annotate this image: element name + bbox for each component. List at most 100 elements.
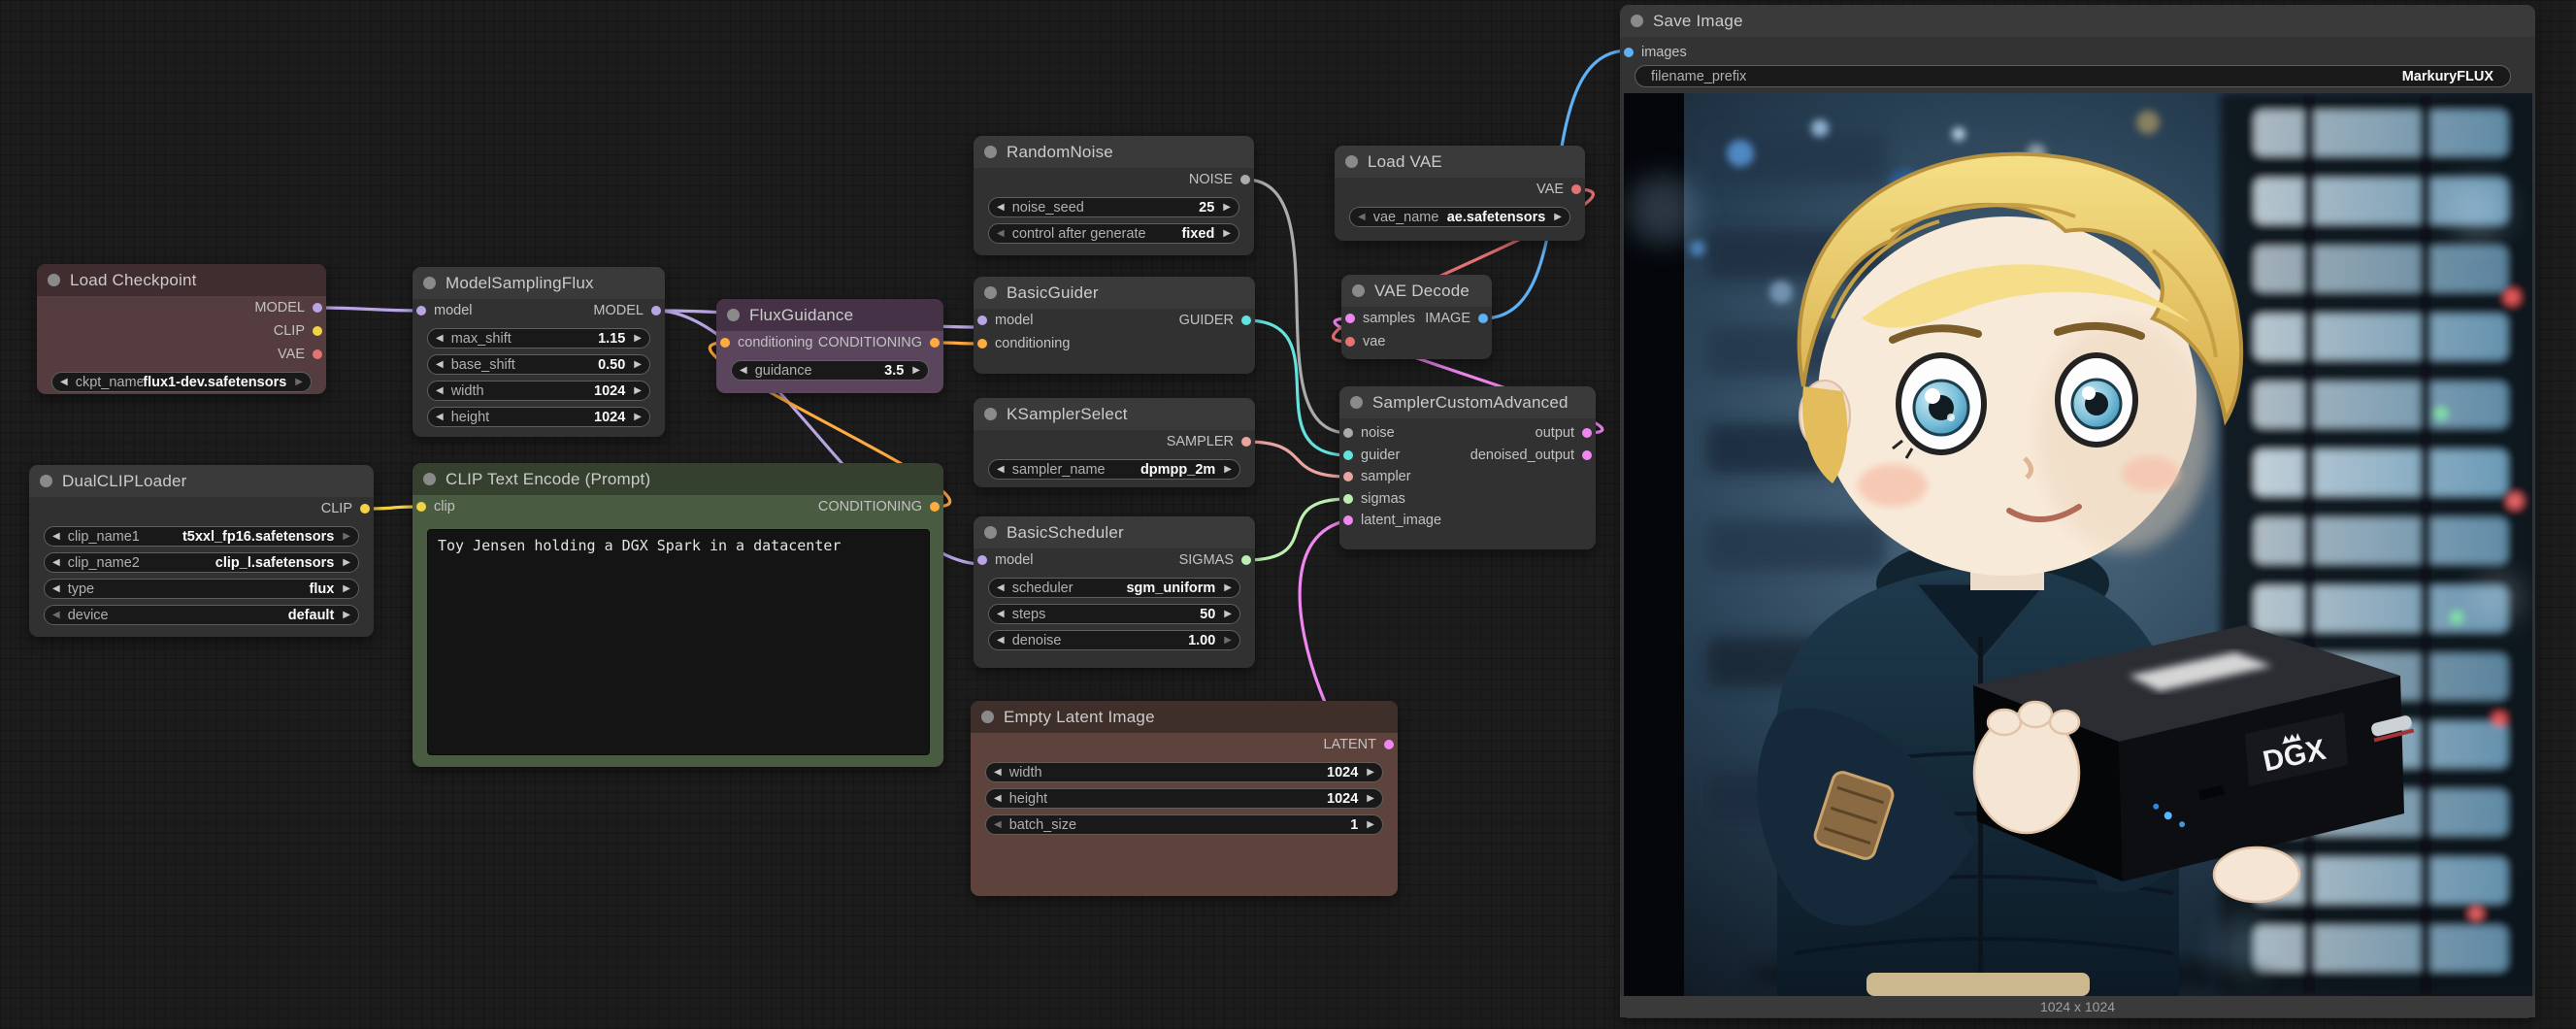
port-dot-noise[interactable]	[1240, 175, 1250, 184]
input-port[interactable]: conditioning	[977, 332, 1070, 355]
widget-right-arrow-icon[interactable]: ▶	[634, 413, 642, 422]
widget-right-arrow-icon[interactable]: ▶	[1554, 213, 1562, 222]
port-dot-guider[interactable]	[1241, 315, 1251, 325]
widget-denoise[interactable]: ◀denoise1.00▶	[988, 630, 1240, 650]
port-dot-vae[interactable]	[1571, 184, 1581, 194]
output-port[interactable]: IMAGE	[1425, 307, 1488, 330]
node-dual-clip-loader[interactable]: DualCLIPLoaderCLIP◀clip_name1t5xxl_fp16.…	[29, 465, 374, 637]
widget-clip-name2[interactable]: ◀clip_name2clip_l.safetensors▶	[44, 552, 359, 573]
port-dot-conditioning[interactable]	[930, 338, 940, 348]
output-port[interactable]: SAMPLER	[1167, 430, 1251, 453]
widget-right-arrow-icon[interactable]: ▶	[634, 334, 642, 344]
port-dot-noise[interactable]	[1343, 428, 1353, 438]
port-dot-conditioning[interactable]	[977, 339, 987, 349]
input-port[interactable]: sampler	[1343, 466, 1411, 488]
widget-right-arrow-icon[interactable]: ▶	[1367, 768, 1374, 778]
widget-left-arrow-icon[interactable]: ◀	[52, 558, 60, 568]
node-vae-decode[interactable]: VAE DecodesamplesIMAGEvae	[1341, 275, 1492, 359]
widget-right-arrow-icon[interactable]: ▶	[343, 532, 350, 542]
node-sampler-custom-advanced[interactable]: SamplerCustomAdvancednoiseoutputguiderde…	[1339, 386, 1596, 549]
port-dot-vae[interactable]	[313, 349, 322, 359]
widget-height[interactable]: ◀height1024▶	[427, 407, 650, 427]
output-port[interactable]: VAE	[1536, 178, 1581, 201]
port-dot-model[interactable]	[977, 315, 987, 325]
widget-width[interactable]: ◀width1024▶	[427, 381, 650, 401]
widget-right-arrow-icon[interactable]: ▶	[1224, 583, 1232, 593]
port-dot-clip[interactable]	[360, 504, 370, 514]
port-dot-conditioning[interactable]	[930, 502, 940, 512]
input-port[interactable]: guider	[1343, 445, 1400, 467]
widget-noise-seed[interactable]: ◀noise_seed25▶	[988, 197, 1239, 217]
input-port[interactable]: images	[1624, 41, 1687, 64]
port-dot-conditioning[interactable]	[720, 338, 730, 348]
widget-right-arrow-icon[interactable]: ▶	[1224, 465, 1232, 475]
widget-sampler-name[interactable]: ◀sampler_namedpmpp_2m▶	[988, 459, 1240, 480]
widget-right-arrow-icon[interactable]: ▶	[912, 366, 920, 376]
port-dot-denoised-output[interactable]	[1582, 450, 1592, 460]
output-port[interactable]: MODEL	[254, 296, 322, 319]
widget-vae-name[interactable]: ◀vae_nameae.safetensors▶	[1349, 207, 1570, 227]
port-dot-vae[interactable]	[1345, 337, 1355, 347]
node-random-noise[interactable]: RandomNoiseNOISE◀noise_seed25▶◀control a…	[974, 136, 1254, 255]
widget-right-arrow-icon[interactable]: ▶	[1224, 610, 1232, 619]
port-dot-guider[interactable]	[1343, 450, 1353, 460]
widget-right-arrow-icon[interactable]: ▶	[1223, 229, 1231, 239]
node-header[interactable]: DualCLIPLoader	[29, 465, 374, 497]
port-dot-latent-image[interactable]	[1343, 515, 1353, 525]
node-header[interactable]: VAE Decode	[1341, 275, 1492, 307]
node-save-image[interactable]: Save Image imagesfilename_prefixMarkuryFL…	[1620, 5, 2535, 1018]
widget-type[interactable]: ◀typeflux▶	[44, 579, 359, 599]
node-header[interactable]: BasicGuider	[974, 277, 1255, 309]
port-dot-sigmas[interactable]	[1343, 494, 1353, 504]
widget-left-arrow-icon[interactable]: ◀	[52, 584, 60, 594]
node-header[interactable]: ModelSamplingFlux	[413, 267, 665, 299]
node-header[interactable]: Save Image	[1620, 5, 2535, 37]
input-port[interactable]: model	[416, 299, 473, 322]
input-port[interactable]: latent_image	[1343, 510, 1441, 532]
widget-width[interactable]: ◀width1024▶	[985, 762, 1383, 782]
output-port[interactable]: LATENT	[1323, 733, 1394, 756]
node-header[interactable]: Load Checkpoint	[37, 264, 326, 296]
output-port[interactable]: CLIP	[274, 319, 322, 343]
output-port[interactable]: CONDITIONING	[818, 331, 940, 354]
widget-max-shift[interactable]: ◀max_shift1.15▶	[427, 328, 650, 349]
node-header[interactable]: Load VAE	[1335, 146, 1585, 178]
widget-ckpt-name[interactable]: ◀ckpt_nameflux1-dev.safetensors▶	[51, 372, 312, 392]
node-basic-scheduler[interactable]: BasicSchedulermodelSIGMAS◀schedulersgm_u…	[974, 516, 1255, 668]
widget-right-arrow-icon[interactable]: ▶	[1223, 203, 1231, 213]
node-graph-canvas[interactable]: Load CheckpointMODELCLIPVAE◀ckpt_nameflu…	[0, 0, 2576, 1029]
widget-right-arrow-icon[interactable]: ▶	[343, 611, 350, 620]
node-header[interactable]: BasicScheduler	[974, 516, 1255, 548]
widget-right-arrow-icon[interactable]: ▶	[1367, 820, 1374, 830]
widget-right-arrow-icon[interactable]: ▶	[634, 360, 642, 370]
output-port[interactable]: denoised_output	[1470, 445, 1592, 467]
widget-left-arrow-icon[interactable]: ◀	[1358, 213, 1366, 222]
port-dot-model[interactable]	[313, 303, 322, 313]
widget-left-arrow-icon[interactable]: ◀	[52, 611, 60, 620]
port-dot-model[interactable]	[416, 306, 426, 315]
port-dot-clip[interactable]	[313, 326, 322, 336]
node-load-checkpoint[interactable]: Load CheckpointMODELCLIPVAE◀ckpt_nameflu…	[37, 264, 326, 394]
widget-left-arrow-icon[interactable]: ◀	[436, 360, 444, 370]
input-port[interactable]: sigmas	[1343, 488, 1405, 511]
widget-left-arrow-icon[interactable]: ◀	[997, 636, 1005, 646]
widget-scheduler[interactable]: ◀schedulersgm_uniform▶	[988, 578, 1240, 598]
output-port[interactable]: NOISE	[1189, 168, 1250, 191]
widget-left-arrow-icon[interactable]: ◀	[997, 229, 1005, 239]
port-dot-sampler[interactable]	[1343, 472, 1353, 481]
widget-left-arrow-icon[interactable]: ◀	[436, 386, 444, 396]
widget-left-arrow-icon[interactable]: ◀	[60, 378, 68, 387]
widget-filename-prefix[interactable]: filename_prefixMarkuryFLUX	[1635, 65, 2511, 87]
input-port[interactable]: model	[977, 309, 1034, 332]
widget-steps[interactable]: ◀steps50▶	[988, 604, 1240, 624]
widget-guidance[interactable]: ◀guidance3.5▶	[731, 360, 929, 381]
prompt-textarea[interactable]: Toy Jensen holding a DGX Spark in a data…	[427, 529, 930, 755]
input-port[interactable]: conditioning	[720, 331, 812, 354]
widget-height[interactable]: ◀height1024▶	[985, 788, 1383, 809]
output-port[interactable]: MODEL	[593, 299, 661, 322]
port-dot-model[interactable]	[977, 555, 987, 565]
node-ksampler-select[interactable]: KSamplerSelectSAMPLER◀sampler_namedpmpp_…	[974, 398, 1255, 487]
input-port[interactable]: vae	[1345, 330, 1385, 353]
widget-right-arrow-icon[interactable]: ▶	[295, 378, 303, 387]
widget-left-arrow-icon[interactable]: ◀	[997, 583, 1005, 593]
